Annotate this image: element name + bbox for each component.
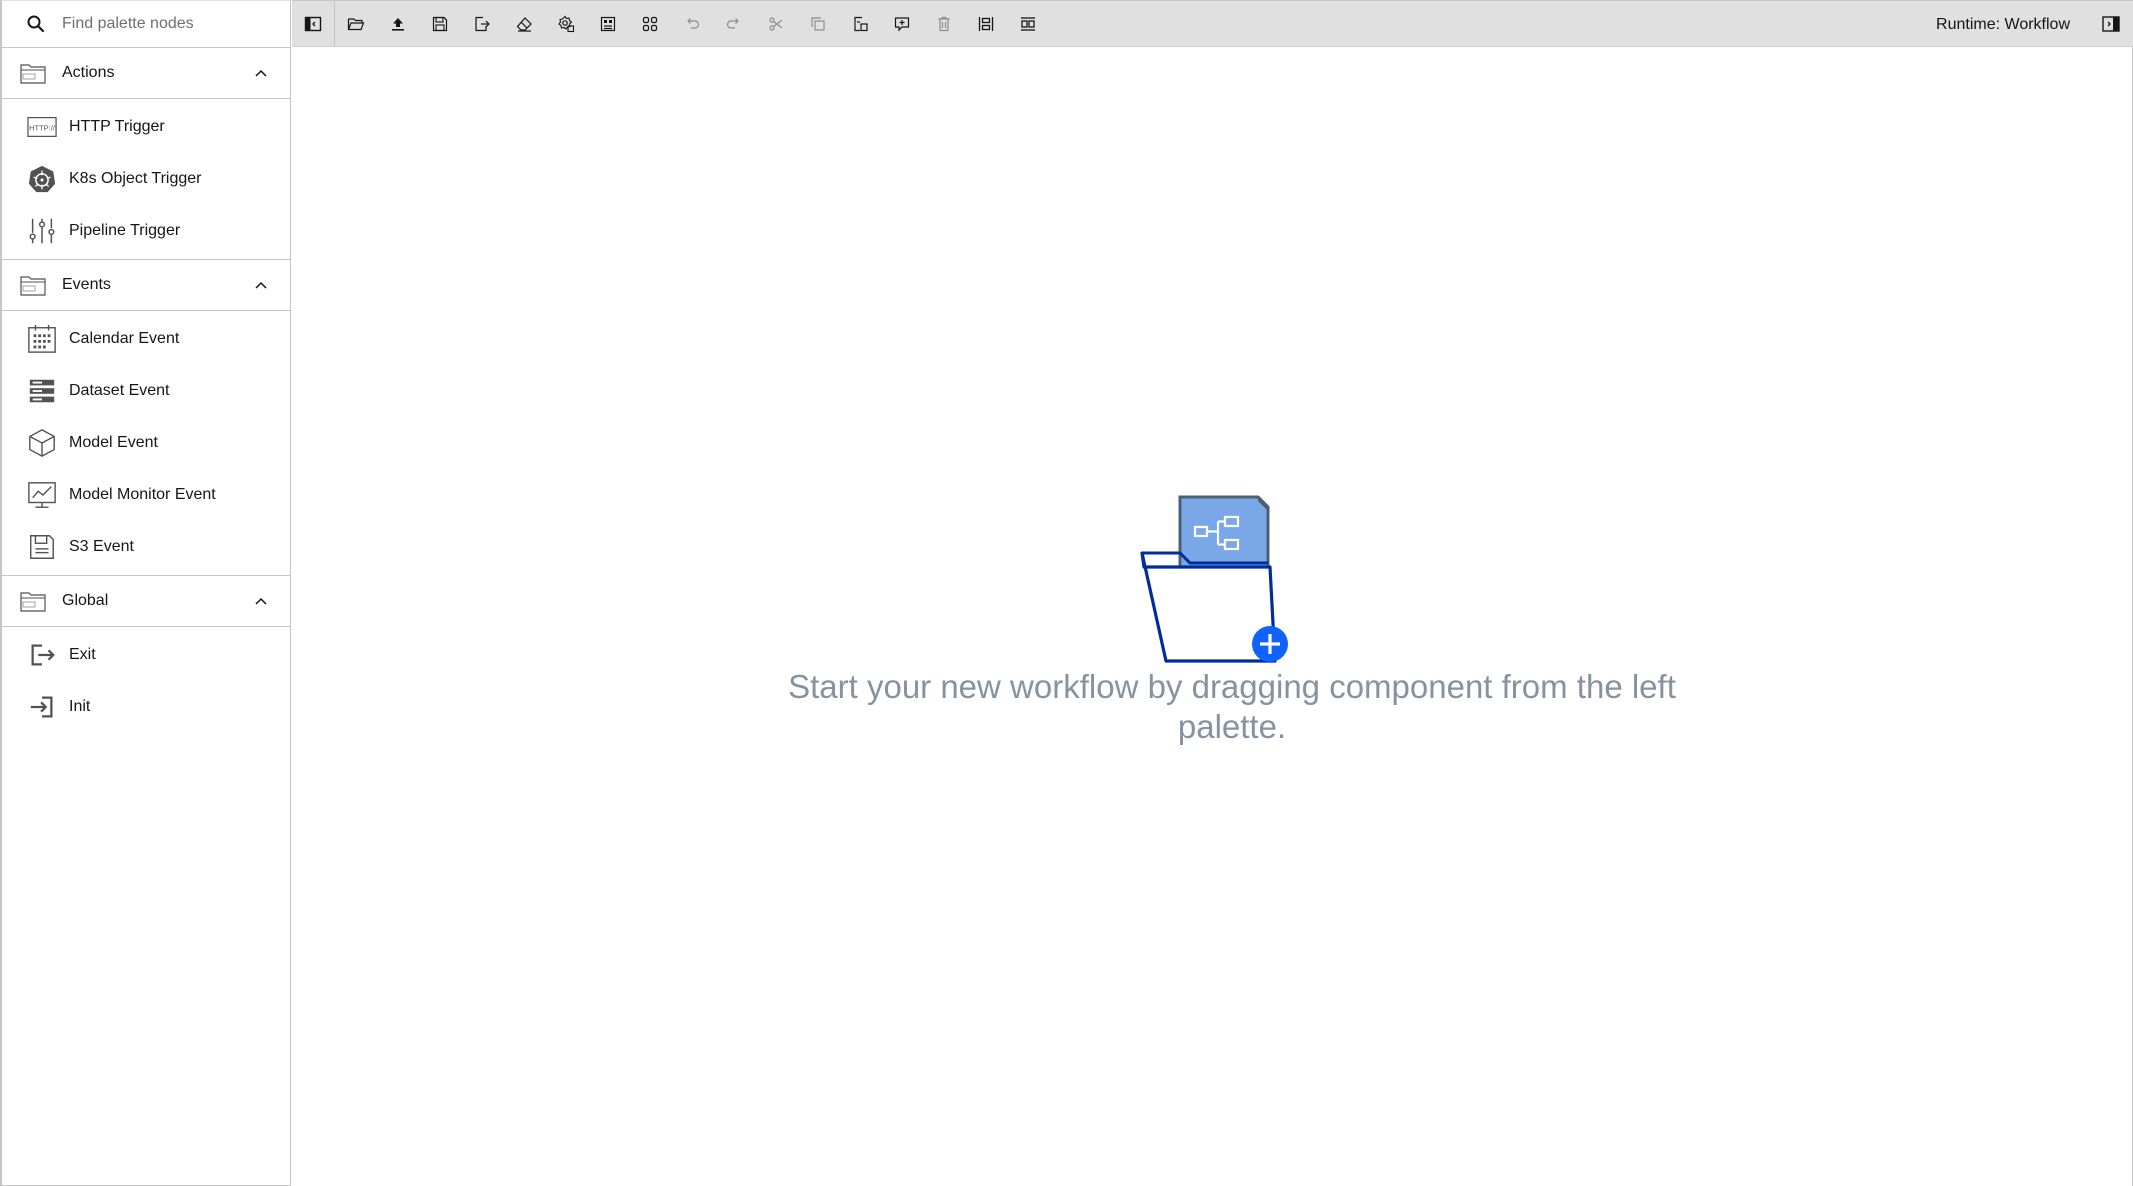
list-boxes-icon (600, 16, 616, 31)
folder-icon (20, 592, 46, 612)
exit-icon (26, 639, 58, 671)
properties-button[interactable] (587, 1, 629, 47)
node-label: Model Monitor Event (69, 486, 216, 503)
palette-search (2, 0, 290, 48)
panel-left-icon (304, 16, 322, 31)
sliders-icon (26, 215, 58, 247)
svg-text:HTTP://: HTTP:// (29, 123, 56, 132)
node-label: Model Event (69, 434, 158, 451)
grid-arrange-icon (642, 16, 658, 31)
chevron-up-icon[interactable] (254, 594, 268, 608)
search-icon (27, 15, 45, 33)
settings-button[interactable] (545, 1, 587, 47)
delete-button[interactable] (923, 1, 965, 47)
arrange-button[interactable] (629, 1, 671, 47)
chevron-up-icon[interactable] (254, 66, 268, 80)
node-label: Exit (69, 646, 96, 663)
palette-node-init[interactable]: Init (2, 681, 290, 733)
floppy-icon (26, 531, 58, 563)
palette-node-s3-event[interactable]: S3 Event (2, 521, 290, 573)
save-icon (432, 16, 448, 31)
palette-node-model-monitor-event[interactable]: Model Monitor Event (2, 469, 290, 521)
add-comment-button[interactable] (881, 1, 923, 47)
calendar-icon (26, 323, 58, 355)
palette-node-k8s-object-trigger[interactable]: K8s Object Trigger (2, 153, 290, 205)
comment-add-icon (894, 16, 910, 31)
init-icon (26, 691, 58, 723)
search-input[interactable] (62, 15, 282, 33)
palette-node-pipeline-trigger[interactable]: Pipeline Trigger (2, 205, 290, 257)
palette-node-model-event[interactable]: Model Event (2, 417, 290, 469)
kubernetes-icon (26, 163, 58, 195)
folder-icon (20, 276, 46, 296)
upload-icon (392, 17, 404, 31)
category-label: Events (62, 276, 111, 293)
paste-button[interactable] (839, 1, 881, 47)
palette-sidebar: Actions HTTP:// HTTP Trigger (0, 0, 291, 1186)
palette-node-exit[interactable]: Exit (2, 629, 290, 681)
node-label: Pipeline Trigger (69, 222, 181, 239)
align-columns-icon (978, 16, 994, 31)
trash-icon (938, 16, 950, 31)
cube-icon (26, 427, 58, 459)
http-icon: HTTP:// (26, 111, 58, 143)
copy-button[interactable] (797, 1, 839, 47)
export-button[interactable] (461, 1, 503, 47)
cut-button[interactable] (755, 1, 797, 47)
node-label: HTTP Trigger (69, 118, 165, 135)
export-icon (475, 16, 490, 31)
monitor-chart-icon (26, 479, 58, 511)
align-rows-icon (1021, 16, 1035, 31)
node-label: Calendar Event (69, 330, 180, 347)
toggle-palette-button[interactable] (292, 1, 334, 47)
category-label: Actions (62, 64, 115, 81)
workflow-canvas[interactable]: Start your new workflow by dragging comp… (292, 47, 2133, 1186)
align-vertical-button[interactable] (965, 1, 1007, 47)
open-button[interactable] (335, 1, 377, 47)
folder-open-icon (347, 17, 365, 30)
scissors-icon (769, 16, 783, 31)
palette-node-calendar-event[interactable]: Calendar Event (2, 313, 290, 365)
eraser-icon (516, 16, 532, 32)
save-button[interactable] (419, 1, 461, 47)
clear-button[interactable] (503, 1, 545, 47)
category-events-header[interactable]: Events (2, 260, 290, 311)
settings-icon (558, 15, 575, 32)
canvas-toolbar: Runtime: Workflow (292, 0, 2133, 47)
runtime-label: Runtime: Workflow (1936, 16, 2070, 33)
empty-workflow-illustration (1140, 495, 1288, 663)
dataset-icon (26, 375, 58, 407)
copy-icon (811, 16, 825, 31)
redo-button[interactable] (713, 1, 755, 47)
empty-canvas-message: Start your new workflow by dragging comp… (788, 668, 1676, 745)
node-label: K8s Object Trigger (69, 170, 202, 187)
category-global-header[interactable]: Global (2, 576, 290, 627)
category-label: Global (62, 592, 109, 609)
palette-node-http-trigger[interactable]: HTTP:// HTTP Trigger (2, 101, 290, 153)
redo-icon (726, 17, 739, 29)
undo-button[interactable] (671, 1, 713, 47)
panel-right-icon[interactable] (2101, 14, 2121, 34)
node-label: Dataset Event (69, 382, 170, 399)
category-actions-header[interactable]: Actions (2, 48, 290, 99)
paste-icon (854, 16, 868, 31)
palette-node-dataset-event[interactable]: Dataset Event (2, 365, 290, 417)
node-label: Init (69, 698, 91, 715)
undo-icon (687, 17, 700, 29)
align-horizontal-button[interactable] (1007, 1, 1049, 47)
folder-icon (20, 64, 46, 84)
chevron-up-icon[interactable] (254, 278, 268, 292)
upload-button[interactable] (377, 1, 419, 47)
node-label: S3 Event (69, 538, 134, 555)
